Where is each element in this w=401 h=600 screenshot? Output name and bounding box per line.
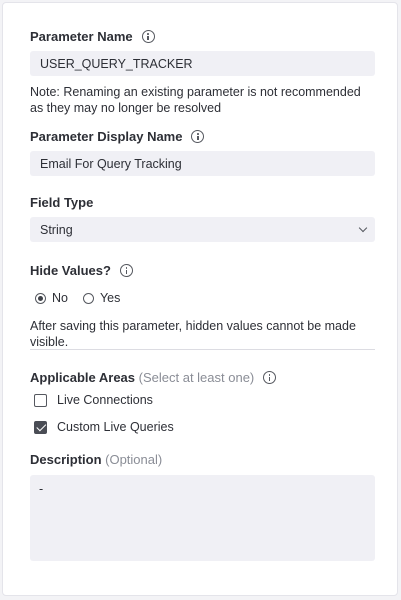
description-label-row: Description (Optional) <box>30 452 162 467</box>
field-type-label: Field Type <box>30 195 94 210</box>
info-icon[interactable] <box>263 371 277 384</box>
radio-no[interactable]: No <box>35 291 68 305</box>
display-name-label-row: Parameter Display Name <box>30 129 205 144</box>
info-icon[interactable] <box>191 130 205 143</box>
display-name-label: Parameter Display Name <box>30 129 183 144</box>
live-connections-label: Live Connections <box>57 393 153 407</box>
parameter-name-label: Parameter Name <box>30 29 133 44</box>
radio-no-label: No <box>52 291 68 305</box>
info-icon[interactable] <box>119 264 133 277</box>
parameter-name-value: USER_QUERY_TRACKER <box>40 56 193 71</box>
hide-values-radio-group: No Yes <box>35 291 135 305</box>
chevron-down-icon <box>358 223 368 233</box>
description-value: - <box>39 482 44 496</box>
parameter-name-input[interactable]: USER_QUERY_TRACKER <box>30 51 375 76</box>
info-icon[interactable] <box>141 30 155 43</box>
description-label: Description (Optional) <box>30 452 162 467</box>
radio-yes-label: Yes <box>99 291 121 305</box>
custom-live-queries-checkbox[interactable] <box>34 420 47 434</box>
parameter-name-label-row: Parameter Name <box>30 29 155 44</box>
hide-values-label-row: Hide Values? <box>30 263 133 278</box>
display-name-input[interactable]: Email For Query Tracking <box>30 151 375 176</box>
custom-live-queries-label: Custom Live Queries <box>57 420 174 434</box>
field-type-label-row: Field Type <box>30 195 93 210</box>
radio-yes-dot[interactable] <box>82 292 94 304</box>
applicable-areas-label: Applicable Areas (Select at least one) <box>30 370 254 385</box>
display-name-value: Email For Query Tracking <box>40 156 182 171</box>
hide-values-label: Hide Values? <box>30 263 111 278</box>
parameter-form-panel: Parameter Name USER_QUERY_TRACKER Note: … <box>2 2 398 596</box>
description-hint: (Optional) <box>105 452 163 467</box>
field-type-select[interactable]: String <box>30 217 375 242</box>
radio-yes[interactable]: Yes <box>82 291 121 305</box>
applicable-areas-label-row: Applicable Areas (Select at least one) <box>30 370 277 385</box>
radio-no-dot[interactable] <box>35 292 46 304</box>
rename-note: Note: Renaming an existing parameter is … <box>30 85 361 115</box>
live-connections-checkbox[interactable] <box>34 393 47 407</box>
checkbox-live-connections[interactable]: Live Connections <box>34 393 153 407</box>
hidden-values-note: After saving this parameter, hidden valu… <box>30 319 356 349</box>
divider <box>30 349 375 350</box>
description-title: Description <box>30 452 102 467</box>
applicable-areas-title: Applicable Areas <box>30 370 136 385</box>
checkbox-custom-live-queries[interactable]: Custom Live Queries <box>34 420 174 434</box>
applicable-areas-hint: (Select at least one) <box>138 370 255 385</box>
field-type-selected: String <box>40 222 73 237</box>
description-textarea[interactable]: - <box>30 475 375 561</box>
